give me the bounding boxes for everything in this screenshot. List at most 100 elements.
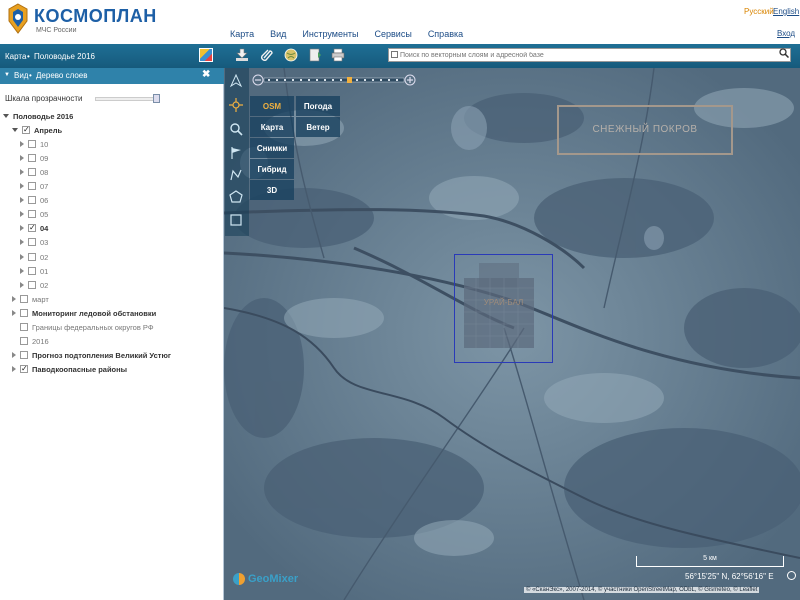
base-layer-map[interactable]: Карта (250, 117, 294, 137)
coordinates-readout[interactable]: 56°15'25" N, 62°56'16" E (685, 572, 774, 581)
pan-icon[interactable] (229, 98, 243, 112)
expand-open-icon[interactable] (3, 114, 9, 118)
expand-closed-icon[interactable] (20, 211, 24, 217)
map-properties-icon[interactable] (199, 48, 213, 62)
expand-closed-icon[interactable] (20, 254, 24, 260)
expand-closed-icon[interactable] (12, 366, 16, 372)
tab-view[interactable]: Вид (14, 71, 28, 80)
tree-item[interactable]: Половодье 2016 (3, 110, 73, 122)
attach-icon[interactable] (260, 48, 274, 62)
lang-ru-link[interactable]: Русский (744, 7, 774, 16)
expand-closed-icon[interactable] (12, 310, 16, 316)
layer-checkbox[interactable] (20, 295, 28, 303)
base-layer-satellite[interactable]: Снимки (250, 138, 294, 158)
layer-checkbox[interactable] (20, 337, 28, 345)
layer-checkbox[interactable] (28, 238, 36, 246)
breadcrumb-map[interactable]: Карта (5, 52, 26, 61)
tree-item[interactable]: 08 (20, 166, 48, 178)
coordinates-toggle-icon[interactable] (787, 571, 796, 580)
pointer-icon[interactable] (229, 74, 243, 88)
layer-checkbox[interactable] (28, 281, 36, 289)
tree-item[interactable]: 2016 (12, 335, 49, 347)
layer-checkbox[interactable] (28, 140, 36, 148)
menu-item-tools[interactable]: Инструменты (302, 29, 358, 39)
tree-item[interactable]: ✓ 04 (20, 222, 48, 234)
download-icon[interactable] (235, 48, 249, 62)
tree-item[interactable]: Границы федеральных округов РФ (12, 321, 154, 333)
tree-item[interactable]: Мониторинг ледовой обстановки (12, 307, 156, 319)
expand-closed-icon[interactable] (20, 268, 24, 274)
base-layer-weather[interactable]: Погода (296, 96, 340, 116)
rectangle-icon[interactable] (229, 213, 243, 227)
tree-item[interactable]: 09 (20, 152, 48, 164)
line-icon[interactable] (229, 168, 243, 182)
tree-item[interactable]: 06 (20, 194, 48, 206)
transparency-slider-handle[interactable] (153, 94, 160, 103)
tree-item[interactable]: март (12, 293, 49, 305)
expand-closed-icon[interactable] (20, 169, 24, 175)
expand-closed-icon[interactable] (20, 155, 24, 161)
tree-item-label: 03 (40, 237, 49, 247)
polygon-icon[interactable] (229, 190, 243, 204)
expand-closed-icon[interactable] (20, 225, 24, 231)
search-flag-icon (391, 51, 398, 58)
collapse-arrow-icon[interactable]: ▼ (4, 72, 10, 78)
tree-item[interactable]: 02 (20, 279, 48, 291)
search-icon[interactable] (779, 48, 789, 58)
base-layer-osm[interactable]: OSM (250, 96, 294, 116)
layer-checkbox[interactable] (28, 253, 36, 261)
layer-checkbox[interactable]: ✓ (28, 224, 36, 232)
search-input[interactable] (400, 49, 770, 61)
layer-checkbox[interactable] (28, 154, 36, 162)
marker-flag-icon[interactable] (229, 146, 243, 160)
menu-item-help[interactable]: Справка (428, 29, 463, 39)
tree-item[interactable]: 05 (20, 208, 48, 220)
zoom-box-icon[interactable] (229, 122, 243, 136)
expand-closed-icon[interactable] (20, 239, 24, 245)
tree-item[interactable]: 07 (20, 180, 48, 192)
transparency-slider[interactable] (95, 97, 159, 101)
expand-closed-icon[interactable] (20, 197, 24, 203)
tree-item[interactable]: 02 (20, 251, 48, 263)
tree-item-label: 01 (40, 266, 49, 276)
layer-checkbox[interactable]: ✓ (20, 365, 28, 373)
expand-closed-icon[interactable] (12, 352, 16, 358)
tree-item[interactable]: 01 (20, 265, 48, 277)
tree-item-label: 02 (40, 280, 49, 290)
tree-item[interactable]: ✓ Паводкоопасные районы (12, 363, 127, 375)
menu-item-view[interactable]: Вид (270, 29, 286, 39)
zoom-slider[interactable] (252, 74, 416, 86)
layer-checkbox[interactable] (20, 351, 28, 359)
layer-checkbox[interactable] (28, 168, 36, 176)
close-icon[interactable]: ✖ (202, 69, 210, 80)
tree-item[interactable]: 10 (20, 138, 48, 150)
tab-separator: • (29, 71, 32, 80)
expand-closed-icon[interactable] (12, 296, 16, 302)
base-layer-wind[interactable]: Ветер (296, 117, 340, 137)
expand-closed-icon[interactable] (20, 282, 24, 288)
menu-item-map[interactable]: Карта (230, 29, 254, 39)
expand-closed-icon[interactable] (20, 183, 24, 189)
export-icon[interactable] (308, 48, 322, 62)
tab-layer-tree[interactable]: Дерево слоев (36, 71, 88, 80)
tree-item[interactable]: Прогноз подтопления Великий Устюг (12, 349, 171, 361)
menu-item-services[interactable]: Сервисы (375, 29, 412, 39)
expand-closed-icon[interactable] (20, 141, 24, 147)
base-layer-3d[interactable]: 3D (250, 180, 294, 200)
layer-checkbox[interactable] (28, 182, 36, 190)
layer-checkbox[interactable] (28, 210, 36, 218)
expand-open-icon[interactable] (12, 128, 18, 132)
tree-item[interactable]: 03 (20, 236, 48, 248)
layer-checkbox[interactable] (28, 267, 36, 275)
layer-checkbox[interactable] (20, 309, 28, 317)
lang-en-link[interactable]: English (773, 7, 799, 16)
globe-icon[interactable] (284, 48, 298, 62)
layer-checkbox[interactable]: ✓ (22, 126, 30, 134)
base-layer-hybrid[interactable]: Гибрид (250, 159, 294, 179)
layer-checkbox[interactable] (20, 323, 28, 331)
tree-item[interactable]: ✓ Апрель (12, 124, 62, 136)
city-region[interactable] (454, 254, 553, 363)
layer-checkbox[interactable] (28, 196, 36, 204)
print-icon[interactable] (331, 48, 345, 62)
login-link[interactable]: Вход (777, 29, 795, 38)
